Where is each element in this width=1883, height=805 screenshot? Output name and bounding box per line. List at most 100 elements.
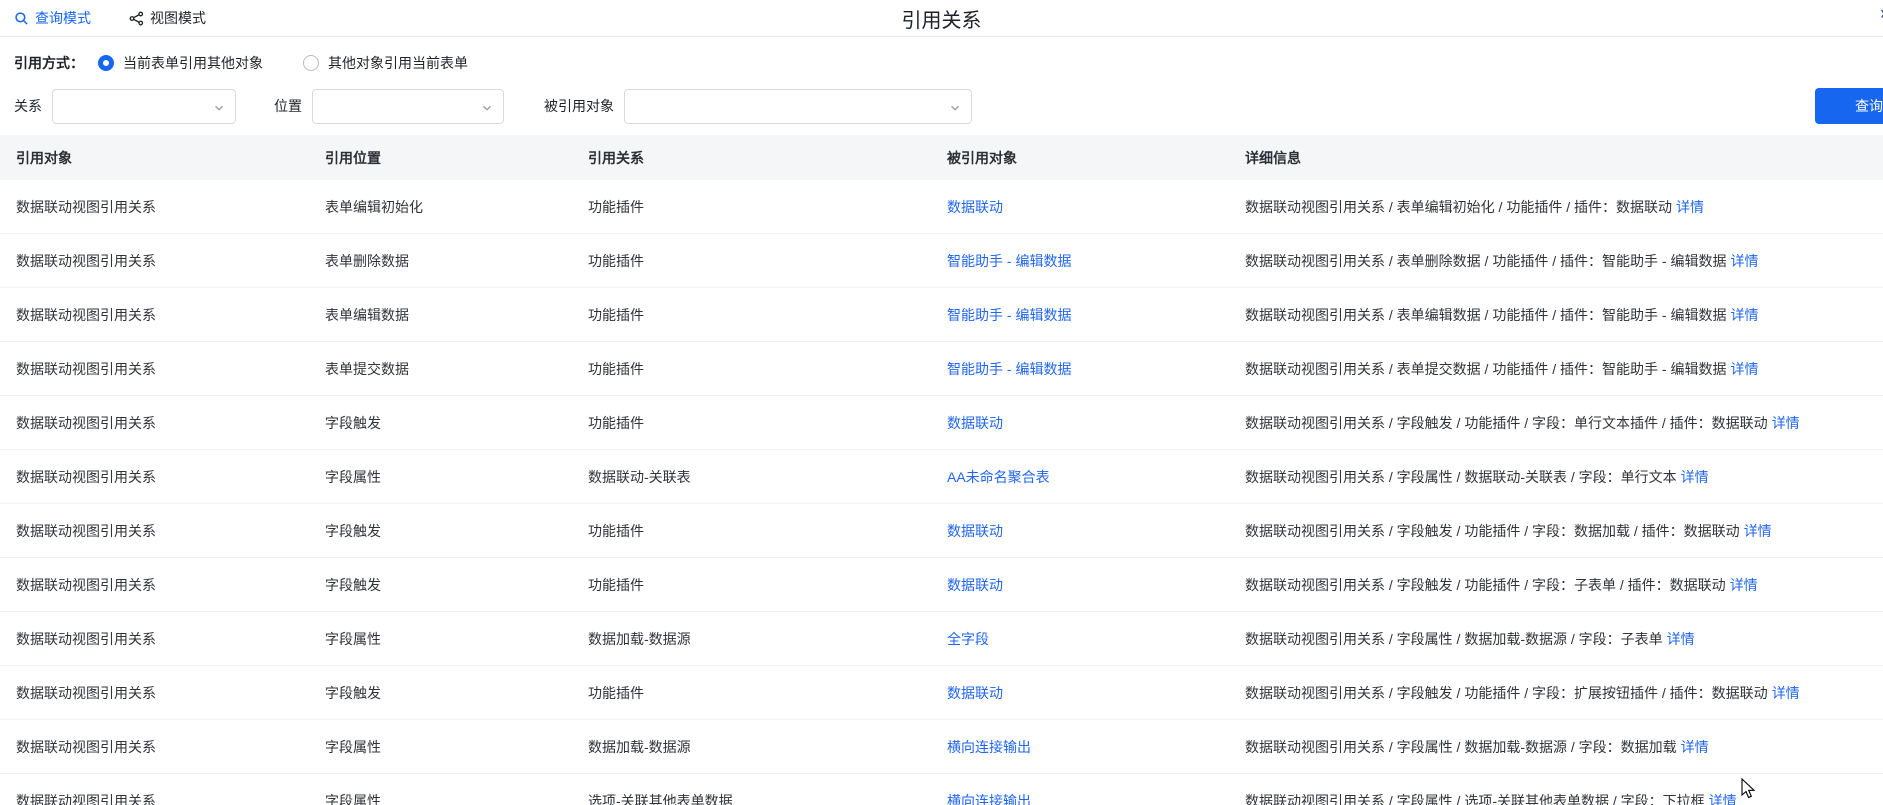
detail-link[interactable]: 详情 xyxy=(1667,631,1695,647)
referenced-object-cell: 数据联动 xyxy=(947,197,1245,217)
radio-others-ref-current-form[interactable]: 其他对象引用当前表单 xyxy=(303,53,468,73)
col-header-ref-object: 引用对象 xyxy=(16,148,325,168)
referenced-object-link[interactable]: 智能助手 - 编辑数据 xyxy=(947,361,1071,377)
position-select[interactable] xyxy=(312,89,504,124)
ref-relation-cell: 选项-关联其他表单数据 xyxy=(588,791,947,805)
search-button[interactable]: 查询 xyxy=(1815,88,1883,124)
detail-text: 数据联动视图引用关系 / 字段属性 / 数据联动-关联表 / 字段：单行文本 xyxy=(1245,469,1677,485)
ref-relation-cell: 功能插件 xyxy=(588,683,947,703)
top-bar: 查询模式 视图模式 引用关系 › xyxy=(0,0,1883,37)
ref-relation-cell: 功能插件 xyxy=(588,197,947,217)
table-row: 数据联动视图引用关系字段属性数据加载-数据源全字段 数据联动视图引用关系 / 字段… xyxy=(0,612,1883,666)
detail-link[interactable]: 详情 xyxy=(1772,685,1800,701)
ref-relation-cell: 功能插件 xyxy=(588,413,947,433)
table-row: 数据联动视图引用关系表单编辑初始化功能插件数据联动数据联动视图引用关系 / 表单… xyxy=(0,180,1883,234)
detail-text: 数据联动视图引用关系 / 表单编辑初始化 / 功能插件 / 插件：数据联动 xyxy=(1245,199,1672,215)
ref-position-cell: 字段属性 xyxy=(325,629,588,649)
detail-link[interactable]: 详情 xyxy=(1681,739,1709,755)
detail-link[interactable]: 详情 xyxy=(1730,307,1758,323)
referenced-object-link[interactable]: AA未命名聚合表 xyxy=(947,469,1050,485)
ref-position-cell: 字段触发 xyxy=(325,683,588,703)
radio-label: 当前表单引用其他对象 xyxy=(123,53,263,73)
referenced-object-link[interactable]: 数据联动 xyxy=(947,685,1003,701)
detail-text: 数据联动视图引用关系 / 表单提交数据 / 功能插件 / 插件：智能助手 - 编… xyxy=(1245,361,1726,377)
table-row: 数据联动视图引用关系表单编辑数据功能插件智能助手 - 编辑数据数据联动视图引用关… xyxy=(0,288,1883,342)
detail-link[interactable]: 详情 xyxy=(1681,469,1709,485)
table-row: 数据联动视图引用关系表单删除数据功能插件智能助手 - 编辑数据数据联动视图引用关… xyxy=(0,234,1883,288)
table-body: 数据联动视图引用关系表单编辑初始化功能插件数据联动数据联动视图引用关系 / 表单… xyxy=(0,180,1883,805)
detail-text: 数据联动视图引用关系 / 字段属性 / 数据加载-数据源 / 字段：数据加载 xyxy=(1245,739,1677,755)
position-filter-label: 位置 xyxy=(274,96,302,116)
referenced-object-link[interactable]: 横向连接输出 xyxy=(947,739,1031,755)
ref-relation-cell: 功能插件 xyxy=(588,251,947,271)
radio-group-label: 引用方式： xyxy=(14,53,84,73)
page-title: 引用关系 xyxy=(0,4,1883,33)
detail-link[interactable]: 详情 xyxy=(1744,523,1772,539)
referenced-object-link[interactable]: 数据联动 xyxy=(947,523,1003,539)
relation-filter-label: 关系 xyxy=(14,96,42,116)
detail-info-cell: 数据联动视图引用关系 / 字段触发 / 功能插件 / 字段：扩展按钮插件 / 插… xyxy=(1245,683,1883,703)
view-mode-button[interactable]: 视图模式 xyxy=(129,8,206,28)
detail-link[interactable]: 详情 xyxy=(1730,361,1758,377)
ref-position-cell: 表单编辑数据 xyxy=(325,305,588,325)
referenced-object-link[interactable]: 数据联动 xyxy=(947,415,1003,431)
detail-text: 数据联动视图引用关系 / 字段属性 / 数据加载-数据源 / 字段：子表单 xyxy=(1245,631,1663,647)
table-row: 数据联动视图引用关系字段触发功能插件数据联动数据联动视图引用关系 / 字段触发 … xyxy=(0,558,1883,612)
ref-relation-cell: 数据联动-关联表 xyxy=(588,467,947,487)
referenced-object-cell: 数据联动 xyxy=(947,521,1245,541)
detail-text: 数据联动视图引用关系 / 字段属性 / 选项-关联其他表单数据 / 字段：下拉框 xyxy=(1245,793,1705,805)
ref-relation-cell: 数据加载-数据源 xyxy=(588,737,947,757)
ref-object-cell: 数据联动视图引用关系 xyxy=(16,251,325,271)
referenced-object-link[interactable]: 数据联动 xyxy=(947,577,1003,593)
relation-select[interactable] xyxy=(52,89,236,124)
referenced-object-filter-label: 被引用对象 xyxy=(544,96,614,116)
detail-info-cell: 数据联动视图引用关系 / 表单编辑初始化 / 功能插件 / 插件：数据联动详情 xyxy=(1245,197,1883,217)
detail-link[interactable]: 详情 xyxy=(1676,199,1704,215)
ref-object-cell: 数据联动视图引用关系 xyxy=(16,575,325,595)
detail-link[interactable]: 详情 xyxy=(1730,253,1758,269)
referenced-object-link[interactable]: 横向连接输出 xyxy=(947,793,1031,805)
detail-text: 数据联动视图引用关系 / 字段触发 / 功能插件 / 字段：单行文本插件 / 插… xyxy=(1245,415,1768,431)
detail-link[interactable]: 详情 xyxy=(1730,577,1758,593)
detail-info-cell: 数据联动视图引用关系 / 表单编辑数据 / 功能插件 / 插件：智能助手 - 编… xyxy=(1245,305,1883,325)
detail-text: 数据联动视图引用关系 / 字段触发 / 功能插件 / 字段：数据加载 / 插件：… xyxy=(1245,523,1740,539)
ref-object-cell: 数据联动视图引用关系 xyxy=(16,683,325,703)
ref-relation-cell: 数据加载-数据源 xyxy=(588,629,947,649)
reference-table: 引用对象 引用位置 引用关系 被引用对象 详细信息 数据联动视图引用关系表单编辑… xyxy=(0,135,1883,805)
ref-position-cell: 表单提交数据 xyxy=(325,359,588,379)
detail-info-cell: 数据联动视图引用关系 / 表单删除数据 / 功能插件 / 插件：智能助手 - 编… xyxy=(1245,251,1883,271)
ref-position-cell: 字段属性 xyxy=(325,791,588,805)
detail-info-cell: 数据联动视图引用关系 / 字段触发 / 功能插件 / 字段：数据加载 / 插件：… xyxy=(1245,521,1883,541)
referenced-object-link[interactable]: 智能助手 - 编辑数据 xyxy=(947,307,1071,323)
ref-object-cell: 数据联动视图引用关系 xyxy=(16,791,325,805)
referenced-object-cell: 智能助手 - 编辑数据 xyxy=(947,359,1245,379)
referenced-object-cell: 数据联动 xyxy=(947,683,1245,703)
referenced-object-link[interactable]: 全字段 xyxy=(947,631,989,647)
referenced-object-select[interactable] xyxy=(624,89,972,124)
col-header-ref-position: 引用位置 xyxy=(325,148,588,168)
detail-link[interactable]: 详情 xyxy=(1709,793,1737,805)
ref-position-cell: 字段触发 xyxy=(325,575,588,595)
table-row: 数据联动视图引用关系字段属性选项-关联其他表单数据横向连接输出 数据联动视图引用关… xyxy=(0,774,1883,805)
detail-link[interactable]: 详情 xyxy=(1772,415,1800,431)
ref-position-cell: 表单编辑初始化 xyxy=(325,197,588,217)
search-icon xyxy=(14,11,29,26)
referenced-object-link[interactable]: 数据联动 xyxy=(947,199,1003,215)
table-row: 数据联动视图引用关系字段属性数据联动-关联表AA未命名聚合表数据联动视图引用关系… xyxy=(0,450,1883,504)
view-mode-label: 视图模式 xyxy=(150,8,206,28)
ref-position-cell: 字段触发 xyxy=(325,413,588,433)
filter-row: 关系 位置 被引用对象 查询 xyxy=(14,88,1869,124)
referenced-object-link[interactable]: 智能助手 - 编辑数据 xyxy=(947,253,1071,269)
detail-info-cell: 数据联动视图引用关系 / 字段属性 / 数据加载-数据源 / 字段：子表单详情 xyxy=(1245,629,1883,649)
radio-current-form-refs-others[interactable]: 当前表单引用其他对象 xyxy=(98,53,263,73)
ref-object-cell: 数据联动视图引用关系 xyxy=(16,629,325,649)
referenced-object-cell: 智能助手 - 编辑数据 xyxy=(947,251,1245,271)
chevron-down-icon xyxy=(949,101,961,117)
referenced-object-cell: 智能助手 - 编辑数据 xyxy=(947,305,1245,325)
ref-relation-cell: 功能插件 xyxy=(588,305,947,325)
detail-info-cell: 数据联动视图引用关系 / 字段属性 / 数据联动-关联表 / 字段：单行文本详情 xyxy=(1245,467,1883,487)
ref-position-cell: 字段属性 xyxy=(325,467,588,487)
detail-text: 数据联动视图引用关系 / 字段触发 / 功能插件 / 字段：子表单 / 插件：数… xyxy=(1245,577,1726,593)
query-mode-button[interactable]: 查询模式 xyxy=(14,8,91,28)
ref-object-cell: 数据联动视图引用关系 xyxy=(16,521,325,541)
